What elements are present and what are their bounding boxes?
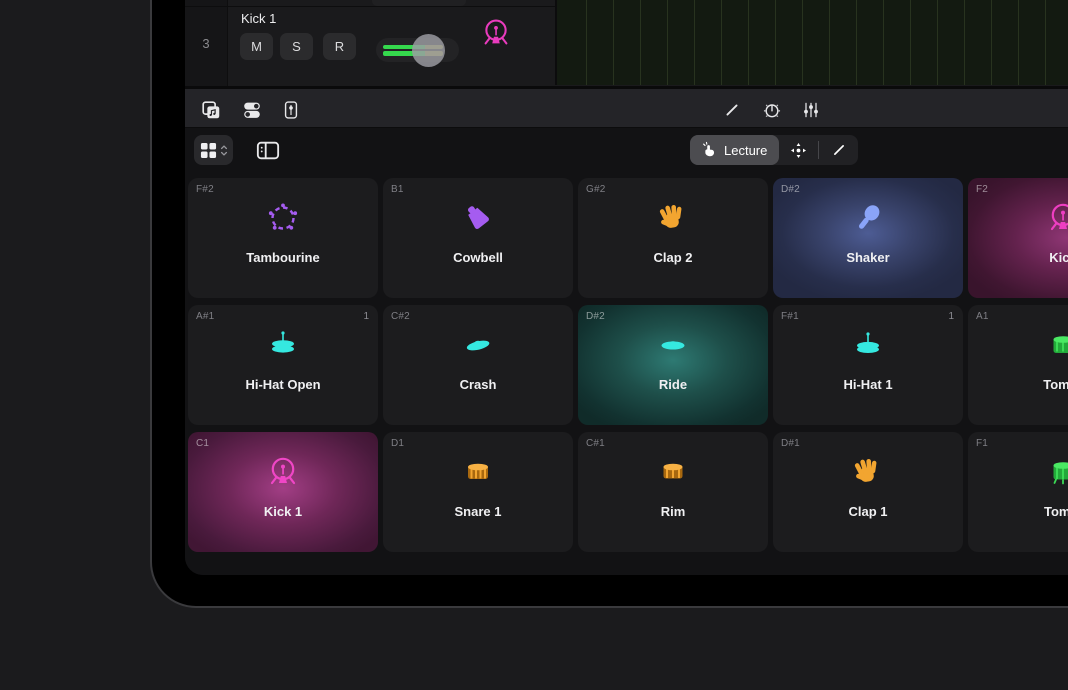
pad-note-label: G#2	[586, 184, 606, 195]
pad-note-label: A1	[976, 311, 989, 322]
fader-icon[interactable]	[280, 99, 302, 121]
ride-icon	[578, 327, 768, 363]
cowbell-icon	[383, 200, 573, 236]
hihat-icon	[773, 327, 963, 363]
pad-note-label: C#1	[586, 438, 605, 449]
pad-name-label: Shaker	[773, 250, 963, 265]
track-name: Kick 1	[241, 11, 276, 26]
pad-name-label: Cowbell	[383, 250, 573, 265]
pad-note-label: F#1	[781, 311, 799, 322]
pad-note-label: C1	[196, 438, 209, 449]
pad-rim[interactable]: C#1 Rim	[578, 432, 768, 552]
move-icon	[789, 141, 808, 160]
pad-hihat-1[interactable]: F#1 1 Hi-Hat 1	[773, 305, 963, 425]
pad-name-label: Kick	[968, 250, 1068, 265]
mode-segmented-control: Lecture	[690, 135, 858, 165]
pencil-icon[interactable]	[721, 99, 743, 121]
main-toolbar	[185, 86, 1068, 128]
pad-hihat-open[interactable]: A#1 1 Hi-Hat Open	[188, 305, 378, 425]
play-mode-button[interactable]: Lecture	[690, 135, 779, 165]
pad-note-label: F1	[976, 438, 988, 449]
pad-name-label: Ride	[578, 377, 768, 392]
pad-name-label: Tom H	[968, 377, 1068, 392]
floor-tom-icon	[968, 454, 1068, 490]
tom-icon	[968, 327, 1068, 363]
pad-name-label: Crash	[383, 377, 573, 392]
pad-name-label: Rim	[578, 504, 768, 519]
rim-drum-icon	[578, 454, 768, 490]
screenshot-stage: 3 Kick 1 M S R	[0, 0, 1068, 690]
solo-button[interactable]: S	[280, 33, 313, 60]
pad-name-label: Kick 1	[188, 504, 378, 519]
pad-tambourine[interactable]: F#2 Tambourine	[188, 178, 378, 298]
kick-drum-icon	[968, 200, 1068, 236]
track-number[interactable]: 3	[185, 0, 228, 86]
metronome-icon[interactable]	[761, 99, 783, 121]
pad-note-label: D1	[391, 438, 404, 449]
sidebar-icon[interactable]	[256, 139, 280, 161]
pad-snare-1[interactable]: D1 Snare 1	[383, 432, 573, 552]
pad-note-label: D#2	[586, 311, 605, 322]
pad-tom-low[interactable]: F1 Tom L	[968, 432, 1068, 552]
kick-drum-icon	[188, 454, 378, 490]
track-row: 3 Kick 1 M S R	[185, 0, 1068, 86]
pad-tom-high[interactable]: A1 Tom H	[968, 305, 1068, 425]
pad-note-label: B1	[391, 184, 404, 195]
pad-clap-2[interactable]: G#2 Clap 2	[578, 178, 768, 298]
pad-kick-1[interactable]: C1 Kick 1	[188, 432, 378, 552]
pad-note-label: D#1	[781, 438, 800, 449]
pad-ride[interactable]: D#2 Ride	[578, 305, 768, 425]
mixer-icon[interactable]	[800, 99, 822, 121]
pad-name-label: Clap 1	[773, 504, 963, 519]
edit-mode-button[interactable]	[819, 135, 858, 165]
tap-hand-icon	[699, 141, 718, 160]
toggles-icon[interactable]	[241, 99, 263, 121]
play-mode-label: Lecture	[724, 143, 767, 158]
pad-name-label: Hi-Hat 1	[773, 377, 963, 392]
pad-name-label: Hi-Hat Open	[188, 377, 378, 392]
pad-crash[interactable]: C#2 Crash	[383, 305, 573, 425]
crash-icon	[383, 327, 573, 363]
pad-kick-2[interactable]: F2 Kick	[968, 178, 1068, 298]
pencil-icon	[830, 141, 848, 159]
kick-drum-icon[interactable]	[479, 16, 513, 55]
pad-note-label: F#2	[196, 184, 214, 195]
clap-icon	[578, 200, 768, 236]
pad-name-label: Snare 1	[383, 504, 573, 519]
shaker-icon	[773, 200, 963, 236]
timeline-grid[interactable]	[555, 0, 1068, 85]
pad-shaker[interactable]: D#2 Shaker	[773, 178, 963, 298]
tambourine-icon	[188, 200, 378, 236]
clap-icon	[773, 454, 963, 490]
mute-button[interactable]: M	[240, 33, 273, 60]
move-mode-button[interactable]	[779, 135, 818, 165]
pad-note-label: A#1	[196, 311, 214, 322]
loop-browser-icon[interactable]	[200, 99, 222, 121]
drum-pads-panel: Lecture F#2	[185, 128, 1068, 575]
pad-note-label: F2	[976, 184, 988, 195]
pad-badge: 1	[363, 311, 369, 322]
track-row-divider	[185, 6, 555, 7]
pad-name-label: Tambourine	[188, 250, 378, 265]
previous-track-slider-edge	[372, 0, 466, 6]
pad-note-label: D#2	[781, 184, 800, 195]
volume-slider[interactable]	[376, 38, 459, 62]
grid-view-selector[interactable]	[194, 135, 233, 165]
pad-clap-1[interactable]: D#1 Clap 1	[773, 432, 963, 552]
snare-icon	[383, 454, 573, 490]
hihat-icon	[188, 327, 378, 363]
pad-name-label: Tom L	[968, 504, 1068, 519]
volume-knob[interactable]	[412, 34, 445, 67]
pad-badge: 1	[948, 311, 954, 322]
pad-cowbell[interactable]: B1 Cowbell	[383, 178, 573, 298]
pad-note-label: C#2	[391, 311, 410, 322]
app-screen: 3 Kick 1 M S R	[185, 0, 1068, 575]
chevron-up-down-icon	[220, 143, 228, 158]
record-enable-button[interactable]: R	[323, 33, 356, 60]
pad-name-label: Clap 2	[578, 250, 768, 265]
